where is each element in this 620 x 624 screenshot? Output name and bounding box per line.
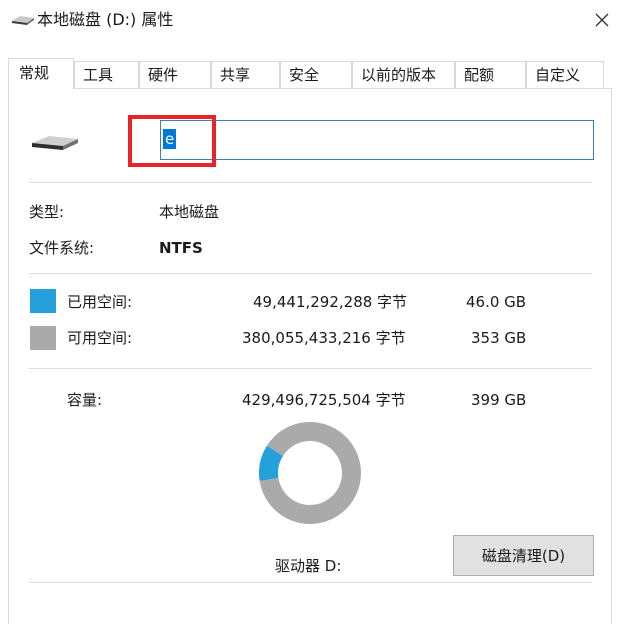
file-system-value: NTFS [159, 239, 203, 257]
tab-quota[interactable]: 配额 [455, 61, 526, 88]
disk-cleanup-button[interactable]: 磁盘清理(D) [453, 535, 594, 576]
free-space-label: 可用空间: [67, 329, 133, 347]
capacity-label: 容量: [67, 391, 103, 409]
close-icon[interactable] [590, 8, 614, 32]
tab-previous-versions[interactable]: 以前的版本 [352, 61, 455, 88]
used-space-size: 46.0 GB [466, 293, 527, 311]
file-system-label: 文件系统: [29, 239, 95, 257]
title-bar: 本地磁盘 (D:) 属性 [0, 0, 620, 42]
used-space-label: 已用空间: [67, 293, 133, 311]
capacity-size: 399 GB [471, 391, 527, 409]
tab-sharing[interactable]: 共享 [211, 61, 280, 88]
free-space-size: 353 GB [471, 329, 527, 347]
used-space-bytes: 49,441,292,288 字节 [253, 293, 408, 311]
type-value: 本地磁盘 [159, 203, 220, 221]
tab-general[interactable]: 常规 [8, 58, 74, 89]
drive-letter-label: 驱动器 D: [275, 557, 342, 575]
tab-hardware[interactable]: 硬件 [139, 61, 211, 88]
drive-name-input[interactable] [160, 120, 594, 160]
drive-icon [12, 16, 34, 25]
drive-icon [32, 136, 78, 150]
divider [29, 368, 592, 369]
used-space-swatch [30, 289, 56, 313]
capacity-bytes: 429,496,725,504 字节 [242, 391, 406, 409]
divider [29, 182, 592, 183]
tab-security[interactable]: 安全 [280, 61, 352, 88]
divider [29, 582, 592, 583]
highlight-box [128, 115, 216, 167]
type-label: 类型: [29, 203, 65, 221]
window-title: 本地磁盘 (D:) 属性 [37, 10, 174, 29]
tab-strip: 常规 工具 硬件 共享 安全 以前的版本 配额 自定义 [8, 58, 612, 89]
free-space-bytes: 380,055,433,216 字节 [242, 329, 406, 347]
disk-usage-chart [259, 422, 361, 524]
divider [29, 273, 592, 274]
tab-customize[interactable]: 自定义 [526, 61, 604, 88]
free-space-swatch [30, 326, 56, 350]
tab-tools[interactable]: 工具 [74, 61, 139, 88]
